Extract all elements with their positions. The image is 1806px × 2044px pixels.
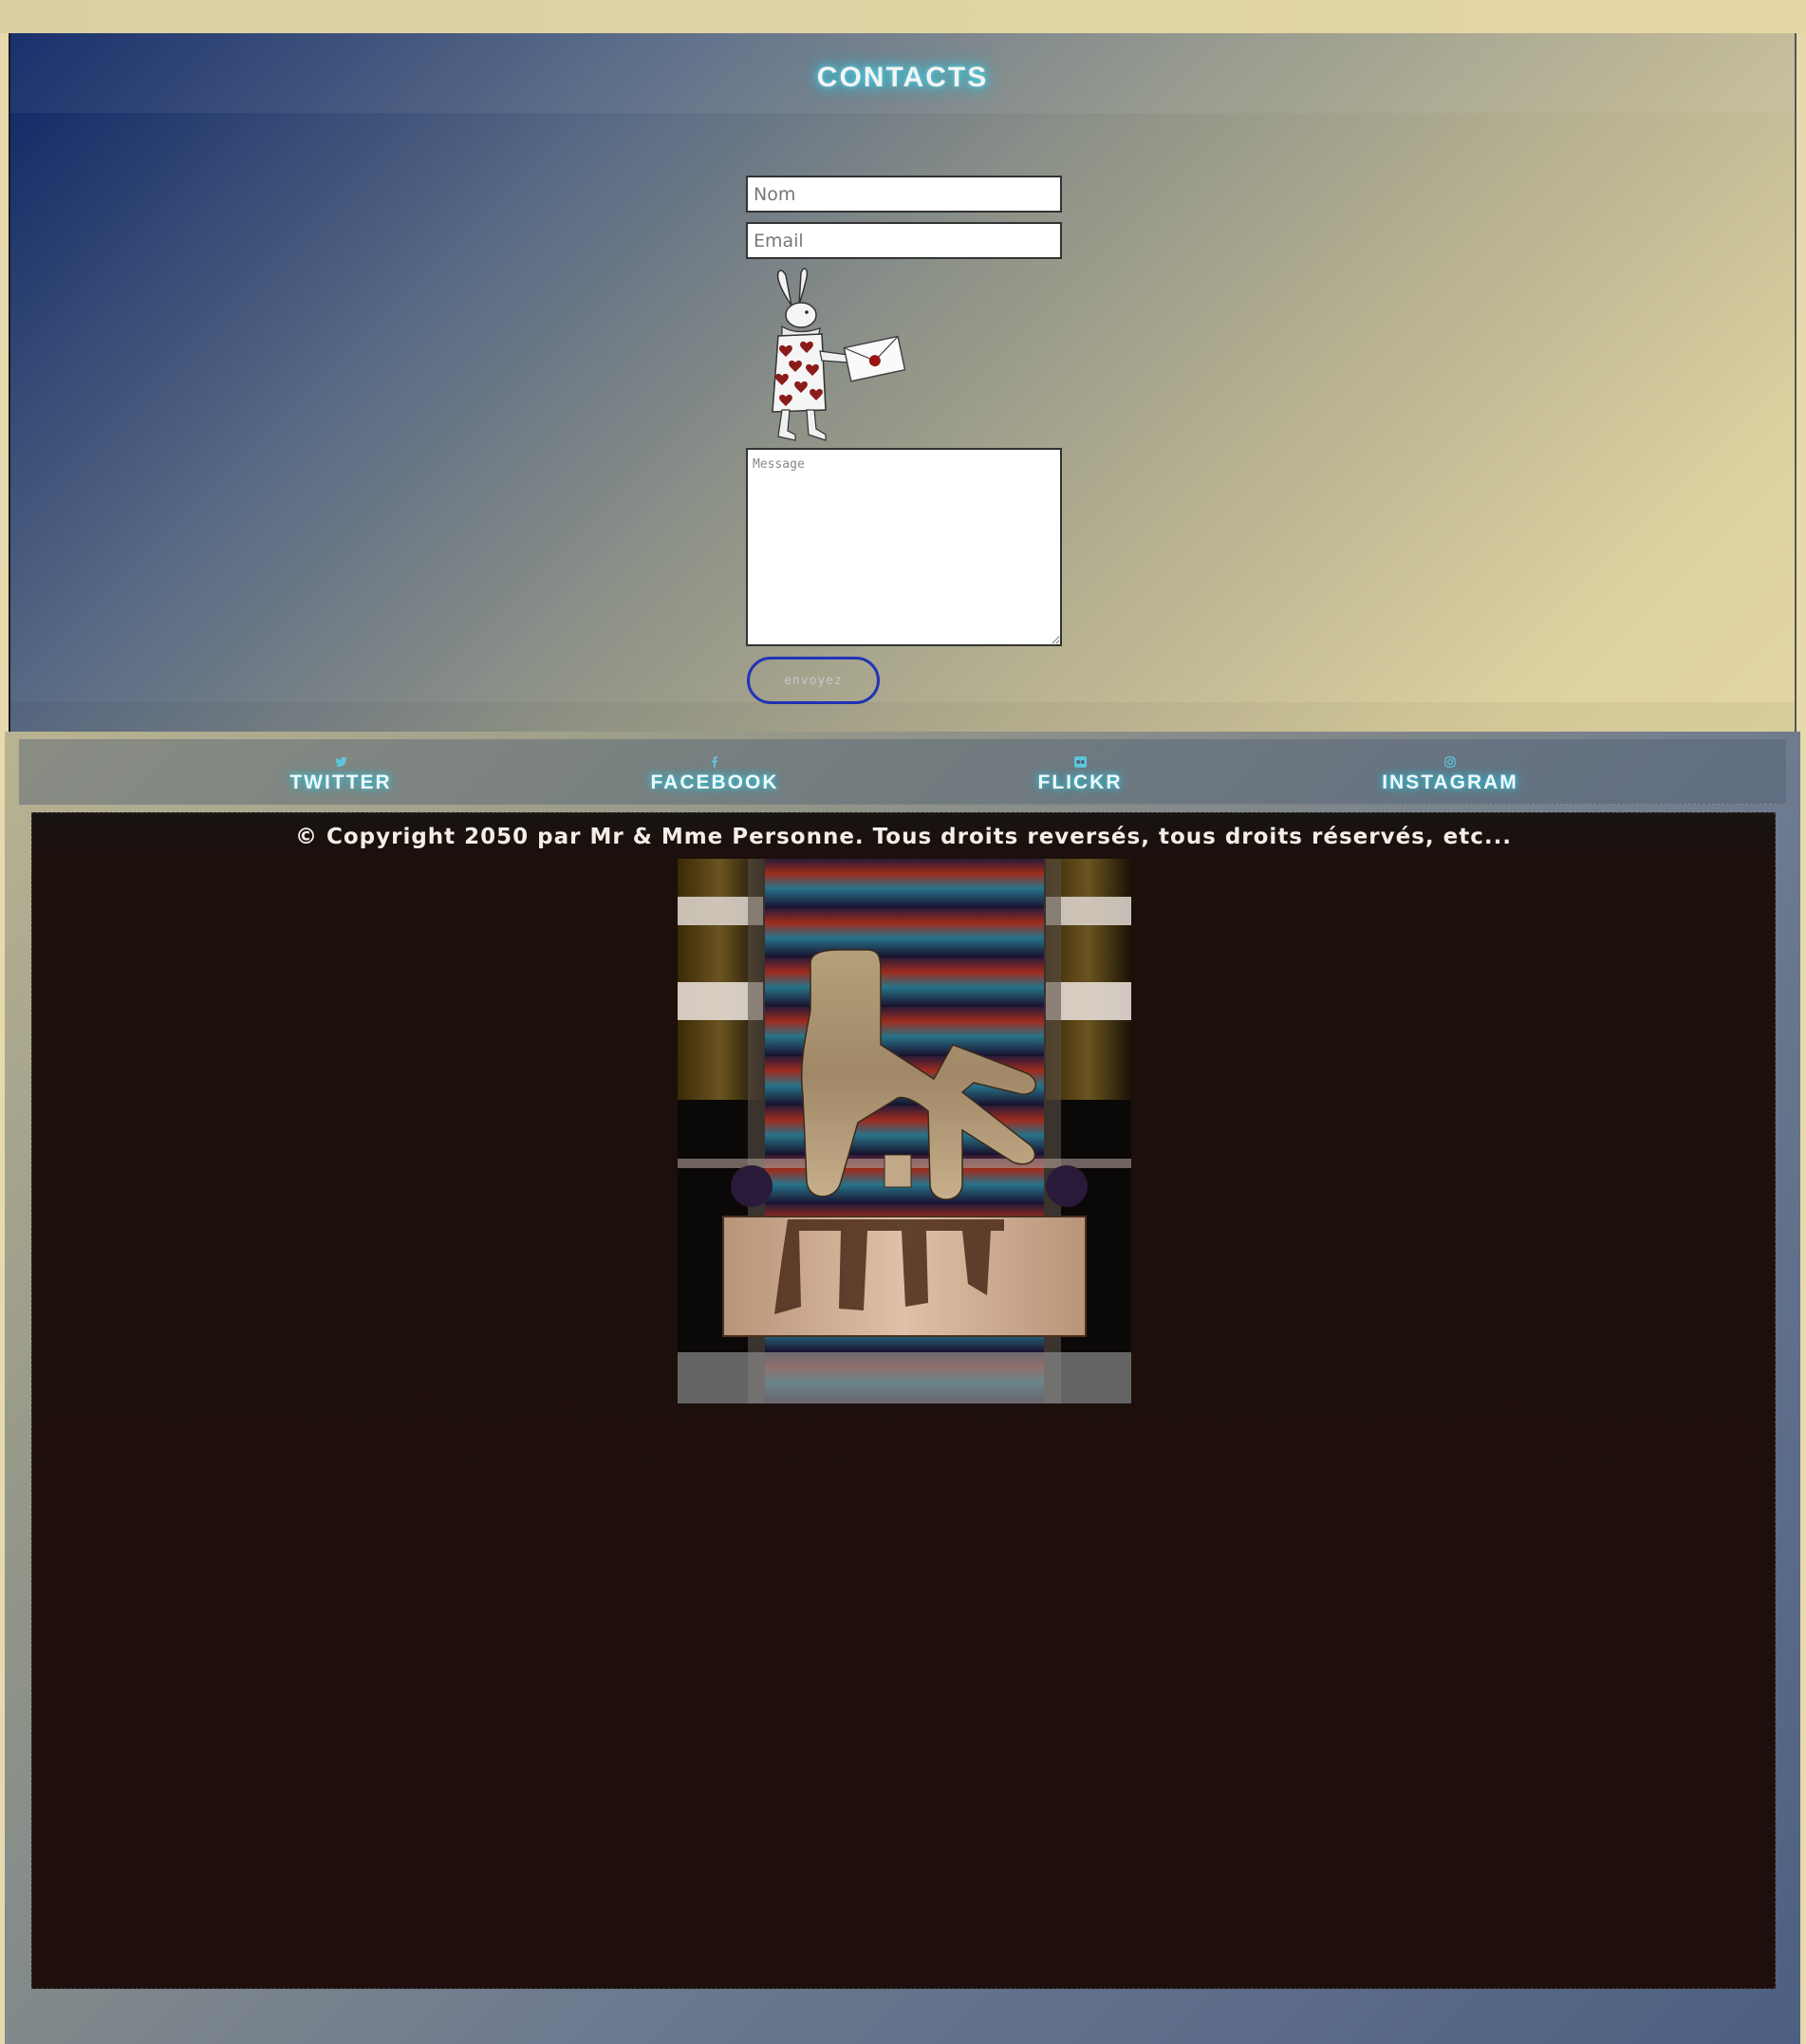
contact-section: CONTACTS Nom Email Message envoyez	[9, 33, 1797, 732]
message-field[interactable]	[746, 448, 1062, 646]
facebook-label: FACEBOOK	[650, 771, 779, 793]
flickr-icon	[985, 756, 1175, 771]
footer: TWITTER FACEBOOK FLICKR INSTAGRAM © Copy…	[5, 732, 1800, 2044]
name-field[interactable]	[746, 176, 1062, 213]
social-link-flickr[interactable]: FLICKR	[985, 756, 1175, 794]
twitter-icon	[246, 756, 436, 771]
contact-title: CONTACTS	[816, 62, 989, 93]
flickr-label: FLICKR	[1037, 771, 1123, 793]
social-bar: TWITTER FACEBOOK FLICKR INSTAGRAM	[19, 739, 1786, 805]
instagram-label: INSTAGRAM	[1382, 771, 1518, 793]
abstract-hand-artwork	[678, 859, 1131, 1403]
copyright-text: © Copyright 2050 par Mr & Mme Personne. …	[294, 825, 1513, 849]
white-rabbit-illustration	[772, 268, 905, 441]
send-button[interactable]: envoyez	[747, 657, 880, 704]
twitter-label: TWITTER	[289, 771, 392, 793]
copyright-panel: © Copyright 2050 par Mr & Mme Personne. …	[31, 812, 1776, 1989]
social-link-instagram[interactable]: INSTAGRAM	[1355, 756, 1545, 794]
top-strip	[0, 0, 1806, 33]
facebook-icon	[620, 756, 810, 771]
email-field[interactable]	[746, 222, 1062, 259]
social-link-twitter[interactable]: TWITTER	[246, 756, 436, 794]
instagram-icon	[1355, 756, 1545, 771]
social-link-facebook[interactable]: FACEBOOK	[620, 756, 810, 794]
contact-bottom-band	[10, 702, 1795, 732]
